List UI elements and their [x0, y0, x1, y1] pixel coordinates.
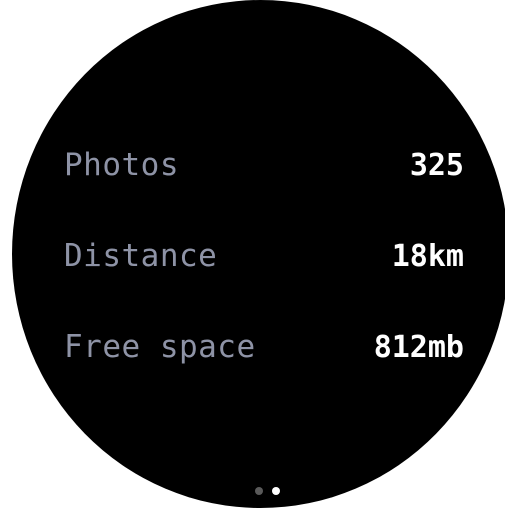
stat-label: Free space — [64, 329, 256, 365]
watch-screen: Photos 325 Distance 18km Free space 812m… — [12, 0, 505, 508]
page-dot-active[interactable] — [271, 487, 280, 495]
stat-value: 325 — [409, 147, 464, 183]
stat-label: Photos — [64, 147, 179, 183]
stat-row-distance: Distance 18km — [64, 234, 464, 278]
stat-row-free-space: Free space 812mb — [64, 325, 464, 369]
stat-row-photos: Photos 325 — [64, 143, 464, 187]
page-indicator[interactable] — [12, 487, 505, 495]
stat-value: 18km — [391, 238, 464, 274]
stat-label: Distance — [64, 238, 218, 274]
page-dot[interactable] — [254, 487, 263, 495]
stat-value: 812mb — [373, 329, 464, 365]
